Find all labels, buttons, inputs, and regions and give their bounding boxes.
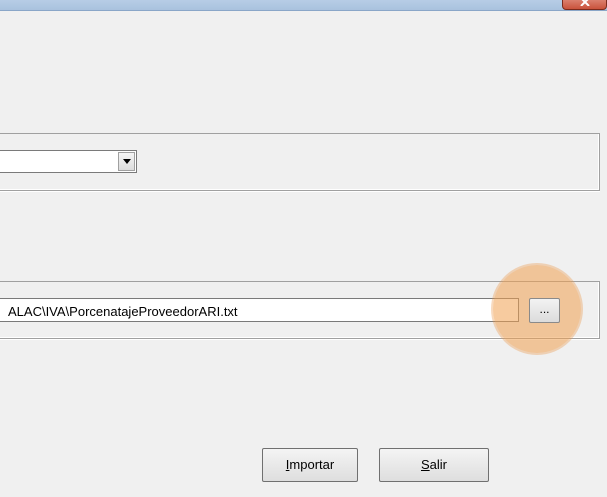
salir-button[interactable]: Salir (379, 448, 489, 482)
close-button[interactable] (562, 0, 607, 10)
importar-button[interactable]: Importar (262, 448, 358, 482)
file-path-input[interactable]: ALAC\IVA\PorcenatajeProveedorARI.txt (0, 298, 519, 322)
close-icon (580, 0, 590, 6)
combo-dropdown-button[interactable] (118, 152, 135, 171)
file-path-value: ALAC\IVA\PorcenatajeProveedorARI.txt (8, 304, 238, 319)
browse-button[interactable]: ... (529, 298, 560, 323)
salir-label: alir (429, 457, 447, 472)
chevron-down-icon (123, 159, 131, 164)
source-combo[interactable] (0, 150, 137, 173)
title-bar (0, 0, 607, 11)
importar-label: mportar (289, 457, 335, 472)
import-dialog-window: ALAC\IVA\PorcenatajeProveedorARI.txt ...… (0, 0, 607, 497)
salir-accelerator: S (420, 457, 430, 472)
